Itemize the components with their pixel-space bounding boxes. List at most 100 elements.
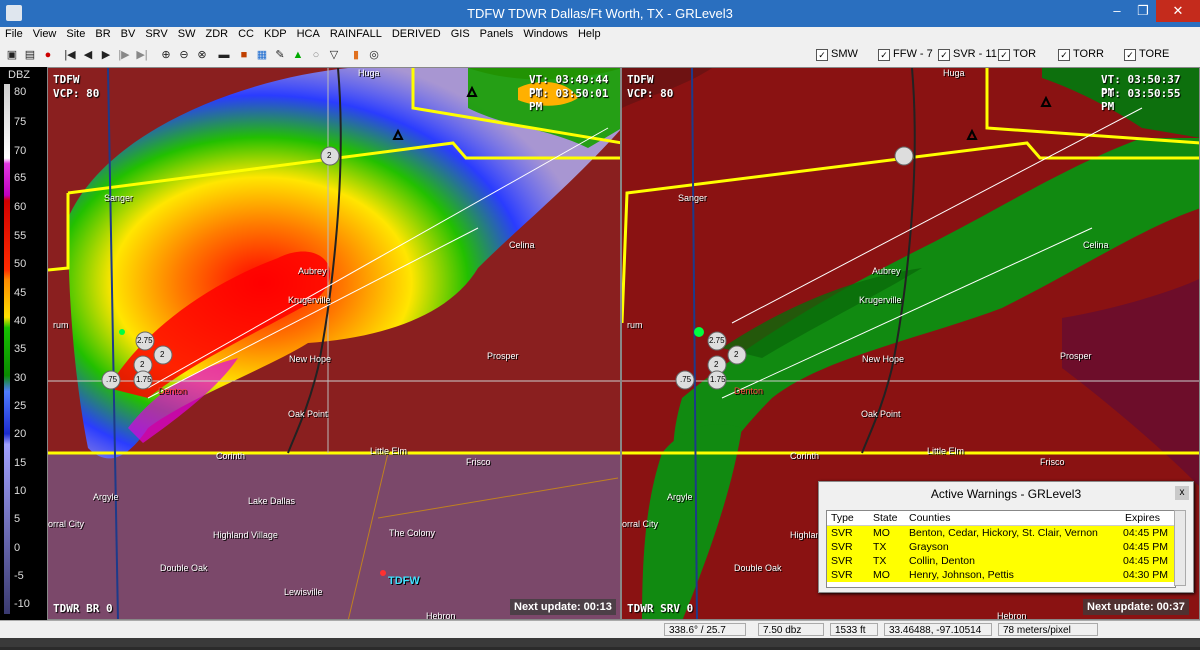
city-label: Little Elm: [927, 446, 965, 456]
product-time: PT: 03:50:55 PM: [1101, 87, 1181, 113]
toggle-ffw[interactable]: ✓ FFW - 7: [878, 48, 933, 61]
warnings-table[interactable]: Type State Counties Expires SVR MO Bento…: [826, 510, 1176, 588]
circle-icon[interactable]: ○: [308, 47, 324, 63]
table-row[interactable]: SVR MO Henry, Johnson, Pettis 04:30 PM: [827, 568, 1175, 582]
menu-file[interactable]: File: [0, 27, 28, 41]
hail-size-label: 2: [327, 151, 332, 160]
product-label: TDWR BR 0: [53, 602, 113, 615]
prev-frame-icon[interactable]: ◀: [80, 47, 96, 63]
color-table-icon[interactable]: ■: [236, 47, 252, 63]
hail-size-label: 2: [140, 360, 145, 369]
table-row[interactable]: SVR TX Grayson 04:45 PM: [827, 540, 1175, 554]
menu-derived[interactable]: DERIVED: [387, 27, 446, 41]
menu-windows[interactable]: Windows: [518, 27, 573, 41]
scale-tick: 0: [14, 542, 21, 554]
city-label: rum: [53, 320, 69, 330]
close-button[interactable]: ✕: [1156, 0, 1200, 22]
vcp-label: VCP: 80: [53, 87, 100, 100]
zoom-in-icon[interactable]: ⊕: [158, 47, 174, 63]
scale-tick: -10: [14, 598, 30, 610]
maximize-button[interactable]: ❐: [1130, 0, 1156, 22]
scale-tick: 10: [14, 485, 27, 497]
radar-site-icon[interactable]: ●: [40, 47, 56, 63]
toggle-tore[interactable]: ✓ TORE: [1124, 48, 1169, 61]
toggle-tor[interactable]: ✓ TOR: [998, 48, 1036, 61]
toggle-svr[interactable]: ✓ SVR - 11: [938, 48, 997, 61]
scale-tick: 50: [14, 258, 27, 270]
bookmark-icon[interactable]: ▮: [348, 47, 364, 63]
menu-site[interactable]: Site: [61, 27, 90, 41]
warnings-scrollbar[interactable]: [1174, 510, 1186, 586]
hail-size-label: 1.75: [710, 375, 726, 384]
product-label: TDWR SRV 0: [627, 602, 694, 615]
city-label: New Hope: [289, 354, 332, 364]
filter-icon[interactable]: ▽: [326, 47, 342, 63]
toggle-smw[interactable]: ✓ SMW: [816, 48, 858, 61]
hail-size-label: .75: [106, 375, 118, 384]
table-row[interactable]: SVR MO Benton, Cedar, Hickory, St. Clair…: [827, 526, 1175, 540]
zoom-out-icon[interactable]: ⊖: [176, 47, 192, 63]
city-label: Sanger: [678, 193, 708, 203]
play-icon[interactable]: ▶: [98, 47, 114, 63]
menu-gis[interactable]: GIS: [446, 27, 475, 41]
paste-icon[interactable]: ▤: [22, 47, 38, 63]
column-header[interactable]: Counties: [909, 512, 950, 524]
reflectivity-panel[interactable]: TDFW VCP: 80 VT: 03:49:44 PM PT: 03:50:0…: [47, 67, 621, 620]
menu-br[interactable]: BR: [90, 27, 115, 41]
color-bar: [4, 84, 10, 614]
city-label: Aubrey: [872, 266, 901, 276]
city-label: rum: [627, 320, 643, 330]
next-frame-icon[interactable]: |▶: [116, 47, 132, 63]
menu-sw[interactable]: SW: [173, 27, 201, 41]
next-update-label: Next update: 00:13: [510, 599, 616, 615]
hail-size-label: 2: [734, 350, 739, 359]
scale-tick: 40: [14, 315, 27, 327]
menu-panels[interactable]: Panels: [475, 27, 519, 41]
menu-view[interactable]: View: [28, 27, 62, 41]
table-row[interactable]: SVR TX Collin, Denton 04:45 PM: [827, 554, 1175, 568]
first-frame-icon[interactable]: |◀: [62, 47, 78, 63]
menu-cc[interactable]: CC: [233, 27, 259, 41]
menu-kdp[interactable]: KDP: [259, 27, 292, 41]
monitor-icon[interactable]: ▬: [216, 47, 232, 63]
menu-hca[interactable]: HCA: [292, 27, 325, 41]
toggle-torr[interactable]: ✓ TORR: [1058, 48, 1104, 61]
last-frame-icon[interactable]: ▶|: [134, 47, 150, 63]
city-label: Celina: [509, 240, 535, 250]
reflectivity-map[interactable]: [48, 68, 621, 620]
city-label: Double Oak: [160, 563, 208, 573]
checkbox-icon: ✓: [938, 49, 950, 61]
city-label: The Colony: [389, 528, 436, 538]
bearing-range-readout: 338.6° / 25.7 nm: [664, 623, 746, 649]
menu-rainfall[interactable]: RAINFALL: [325, 27, 387, 41]
city-label: Highland Village: [213, 530, 278, 540]
target-icon[interactable]: ◎: [366, 47, 382, 63]
menu-help[interactable]: Help: [573, 27, 606, 41]
city-label: Huga: [943, 68, 965, 78]
city-label: Argyle: [667, 492, 693, 502]
copy-icon[interactable]: ▣: [4, 47, 20, 63]
column-header[interactable]: Type: [831, 512, 854, 524]
triangle-icon[interactable]: ▲: [290, 47, 306, 63]
menu-srv[interactable]: SRV: [140, 27, 172, 41]
city-label: Krugerville: [288, 295, 331, 305]
checkbox-icon: ✓: [878, 49, 890, 61]
city-label: Corinth: [216, 451, 246, 461]
active-warnings-window[interactable]: Active Warnings - GRLevel3 x Type State …: [818, 481, 1194, 593]
city-label: Lake Dallas: [248, 496, 296, 506]
menu-zdr[interactable]: ZDR: [200, 27, 233, 41]
menu-bar: File View Site BR BV SRV SW ZDR CC KDP HCA RAINFALL…: [0, 27, 1200, 43]
zoom-reset-icon[interactable]: ⊗: [194, 47, 210, 63]
pen-icon[interactable]: ✎: [272, 47, 288, 63]
minimize-button[interactable]: –: [1104, 0, 1130, 22]
city-label: Hebron: [426, 611, 456, 620]
city-label: Frisco: [466, 457, 491, 467]
scale-tick: 55: [14, 230, 27, 242]
close-icon[interactable]: x: [1175, 486, 1189, 500]
menu-bv[interactable]: BV: [116, 27, 141, 41]
city-label: Highlan: [790, 530, 821, 540]
hail-size-label: 1.75: [136, 375, 152, 384]
column-header[interactable]: Expires: [1125, 512, 1160, 524]
column-header[interactable]: State: [873, 512, 898, 524]
layers-icon[interactable]: ▦: [254, 47, 270, 63]
